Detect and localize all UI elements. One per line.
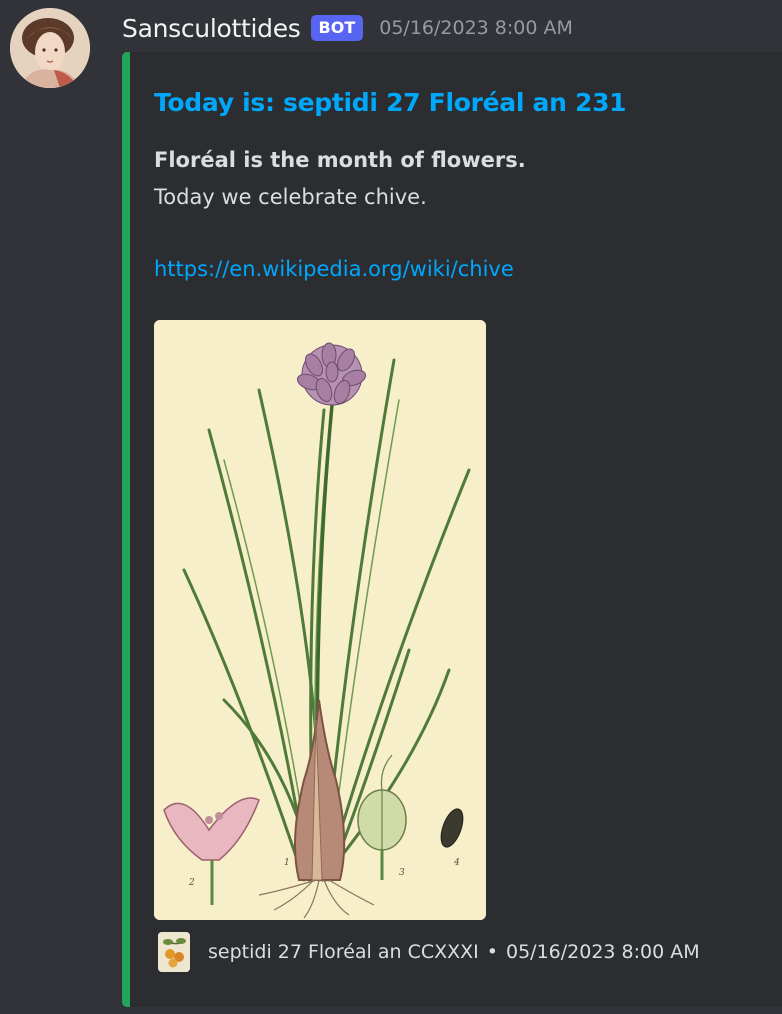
footer-icon (158, 932, 190, 972)
embed-description-bold: Floréal is the month of flowers. (154, 148, 526, 172)
footer-text: septidi 27 Floréal an CCXXXI (208, 941, 479, 963)
chive-illustration: 1 2 3 4 (154, 320, 486, 920)
embed-title[interactable]: Today is: septidi 27 Floréal an 231 (154, 88, 627, 117)
message-timestamp[interactable]: 05/16/2023 8:00 AM (379, 17, 573, 39)
embed-image[interactable]: 1 2 3 4 (154, 320, 486, 920)
portrait-avatar-icon (10, 8, 90, 88)
embed: Today is: septidi 27 Floréal an 231 Flor… (122, 52, 782, 1007)
figure-label-4: 4 (453, 858, 460, 868)
wikipedia-link[interactable]: https://en.wikipedia.org/wiki/chive (154, 257, 514, 281)
avatar[interactable] (10, 8, 90, 88)
figure-label-1: 1 (284, 858, 290, 868)
figure-label-3: 3 (399, 868, 405, 878)
username[interactable]: Sansculottides (122, 14, 301, 43)
bot-badge: BOT (310, 15, 364, 41)
footer-separator: • (486, 941, 498, 963)
embed-footer: septidi 27 Floréal an CCXXXI • 05/16/202… (158, 932, 700, 972)
embed-description-line: Today we celebrate chive. (154, 185, 427, 209)
message-header: Sansculottides BOT 05/16/2023 8:00 AM (122, 10, 573, 46)
fruit-branch-icon (158, 932, 190, 972)
footer-timestamp: 05/16/2023 8:00 AM (505, 941, 700, 963)
figure-label-2: 2 (188, 878, 195, 888)
